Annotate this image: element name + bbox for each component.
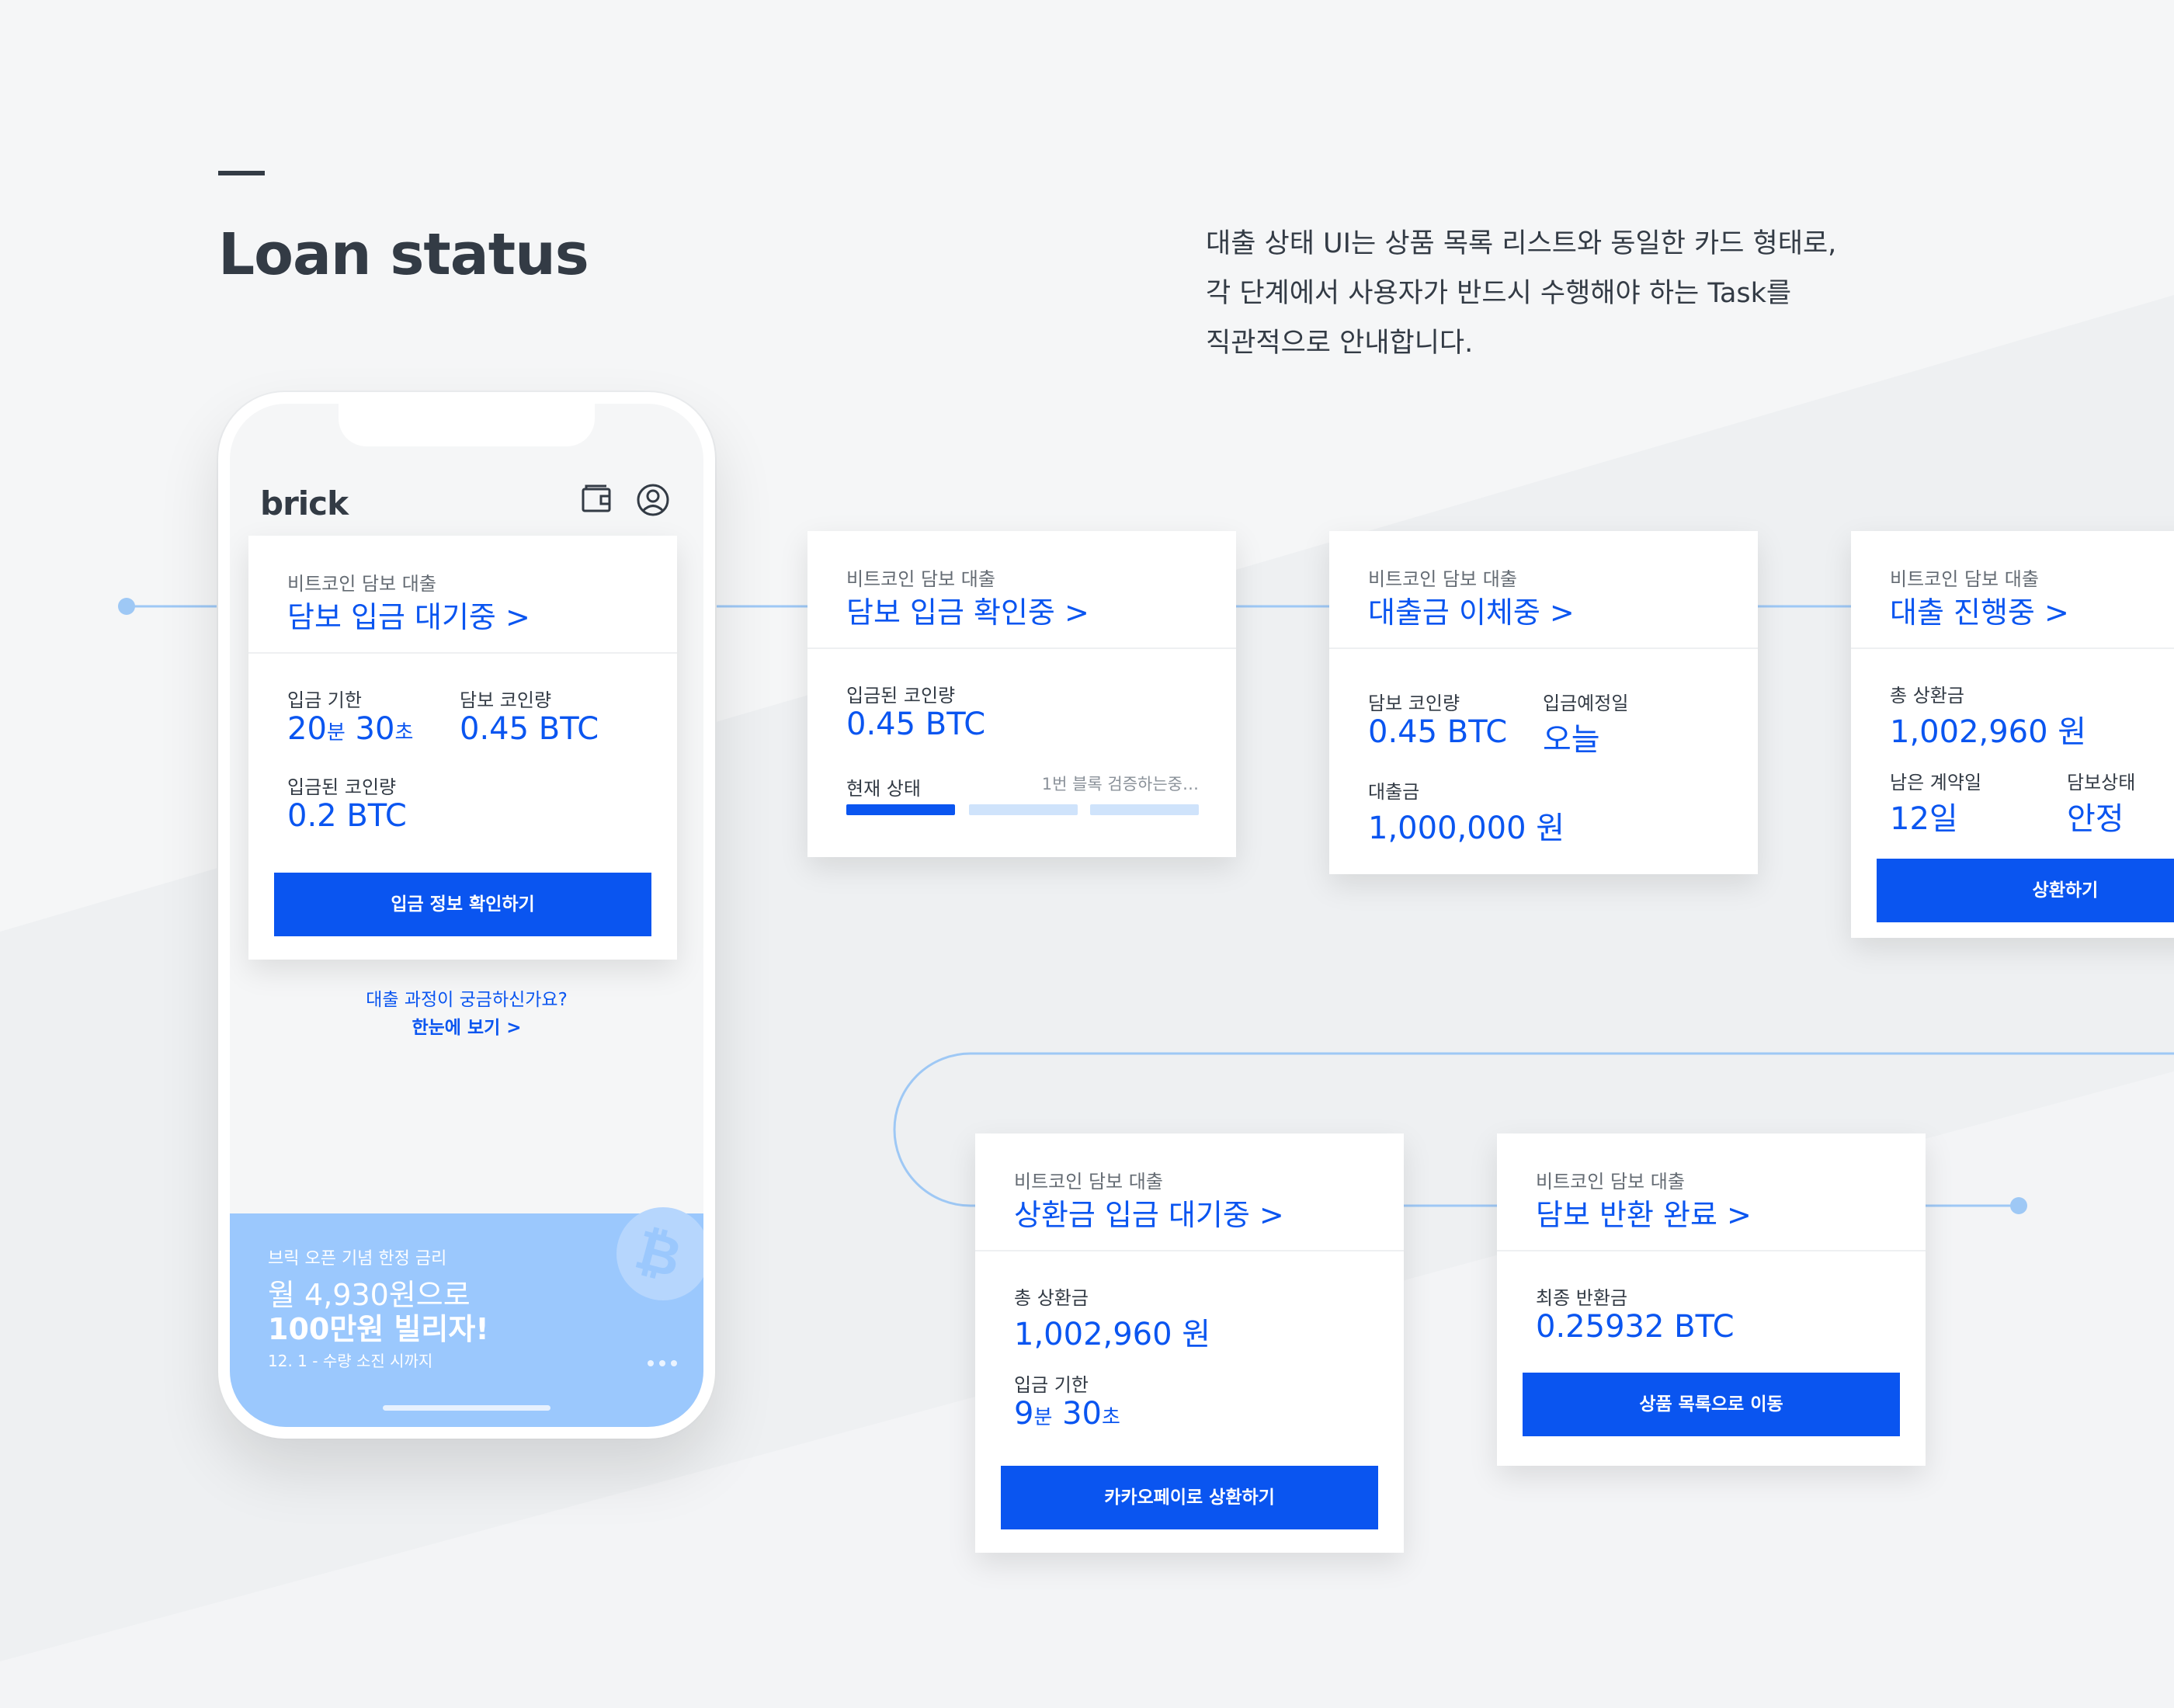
- banner-date: 12. 1 - 수량 소진 시까지: [268, 1352, 433, 1370]
- help-question: 대출 과정이 궁금하신가요?: [366, 990, 568, 1010]
- progress-text: 1번 블록 검증하는중…: [1041, 775, 1199, 793]
- card-category: 비트코인 담보 대출: [1014, 1171, 1163, 1192]
- kakaopay-repay-button[interactable]: 카카오페이로 상환하기: [1001, 1466, 1378, 1529]
- collateral-value: 0.45 BTC: [1368, 714, 1508, 750]
- card-header[interactable]: 비트코인 담보 대출 대출 진행중 >: [1851, 531, 2174, 649]
- card-status-link[interactable]: 대출 진행중 >: [1890, 588, 2069, 631]
- collateral-label: 담보 코인량: [460, 689, 552, 711]
- card-body: 입금된 코인량 0.45 BTC 현재 상태 1번 블록 검증하는중…: [807, 649, 1236, 857]
- deadline-value: 20분 30초: [287, 711, 414, 747]
- deposited-value: 0.45 BTC: [846, 706, 986, 742]
- total-repayment-label: 총 상환금: [1890, 685, 1964, 706]
- loan-status-card[interactable]: 비트코인 담보 대출 대출 진행중 > 총 상환금 1,002,960 원 남은…: [1851, 531, 2174, 938]
- deadline-label: 입금 기한: [1014, 1374, 1089, 1396]
- card-status-link[interactable]: 상환금 입금 대기중 >: [1014, 1191, 1284, 1234]
- progress-bar: [846, 804, 1200, 815]
- carousel-dots[interactable]: [648, 1355, 682, 1370]
- loan-status-card[interactable]: 비트코인 담보 대출 담보 입금 대기중 > 입금 기한 20분 30초 담보 …: [248, 536, 677, 960]
- loan-status-card[interactable]: 비트코인 담보 대출 대출금 이체중 > 담보 코인량 0.45 BTC 입금예…: [1329, 531, 1758, 874]
- phone-screen: brick 비트코인 담보 대출 담보 입금 대기중 > 입금 기한 20분 3…: [230, 404, 703, 1427]
- banner-headline-2: 100만원 빌리자!: [268, 1312, 489, 1346]
- current-status-label: 현재 상태: [846, 778, 921, 800]
- deposited-label: 입금된 코인량: [287, 776, 397, 798]
- expected-date-value: 오늘: [1543, 722, 1600, 758]
- deadline-value: 9분 30초: [1014, 1396, 1120, 1432]
- remaining-days-value: 12일: [1890, 801, 1958, 837]
- promo-banner[interactable]: ₿ 브릭 오픈 기념 한정 금리 월 4,930원으로 100만원 빌리자! 1…: [230, 1207, 703, 1427]
- deposited-label: 입금된 코인량: [846, 685, 956, 706]
- card-status-link[interactable]: 대출금 이체중 >: [1368, 588, 1575, 631]
- deadline-label: 입금 기한: [287, 689, 362, 711]
- bitcoin-icon: ₿: [616, 1207, 703, 1300]
- brick-logo: brick: [260, 484, 349, 522]
- svg-text:₿: ₿: [629, 1217, 688, 1290]
- card-category: 비트코인 담보 대출: [1890, 568, 2039, 590]
- wallet-icon: [582, 484, 611, 512]
- deposit-info-button[interactable]: 입금 정보 확인하기: [274, 873, 651, 936]
- card-status-link[interactable]: 담보 반환 완료 >: [1536, 1191, 1752, 1234]
- go-to-products-button[interactable]: 상품 목록으로 이동: [1523, 1373, 1900, 1436]
- card-body: 총 상환금 1,002,960 원 남은 계약일 12일 담보상태 안정 상환하…: [1851, 649, 2174, 938]
- profile-icon: [637, 484, 669, 516]
- card-header[interactable]: 비트코인 담보 대출 담보 입금 대기중 >: [248, 536, 677, 654]
- loan-amount-label: 대출금: [1368, 781, 1420, 803]
- card-header[interactable]: 비트코인 담보 대출 담보 입금 확인중 >: [807, 531, 1236, 649]
- progress-step: [969, 804, 1078, 815]
- loan-status-card[interactable]: 비트코인 담보 대출 상환금 입금 대기중 > 총 상환금 1,002,960 …: [975, 1133, 1404, 1553]
- collateral-label: 담보 코인량: [1368, 693, 1460, 714]
- deposited-value: 0.2 BTC: [287, 798, 407, 834]
- card-category: 비트코인 담보 대출: [1536, 1171, 1685, 1192]
- expected-date-label: 입금예정일: [1543, 693, 1629, 714]
- card-category: 비트코인 담보 대출: [846, 568, 995, 590]
- help-link[interactable]: 한눈에 보기 >: [230, 1012, 703, 1039]
- total-repayment-value: 1,002,960 원: [1014, 1317, 1211, 1352]
- phone-notch: [339, 404, 595, 446]
- card-body: 최종 반환금 0.25932 BTC 상품 목록으로 이동: [1497, 1251, 1926, 1466]
- home-indicator: [383, 1405, 550, 1411]
- repay-button[interactable]: 상환하기: [1877, 859, 2174, 922]
- final-return-label: 최종 반환금: [1536, 1287, 1628, 1309]
- card-status-link[interactable]: 담보 입금 대기중 >: [287, 593, 530, 636]
- total-repayment-label: 총 상환금: [1014, 1287, 1089, 1309]
- final-return-value: 0.25932 BTC: [1536, 1309, 1735, 1345]
- card-category: 비트코인 담보 대출: [1368, 568, 1517, 590]
- loan-status-card[interactable]: 비트코인 담보 대출 담보 입금 확인중 > 입금된 코인량 0.45 BTC …: [807, 531, 1236, 857]
- card-status-link[interactable]: 담보 입금 확인중 >: [846, 588, 1089, 631]
- card-body: 입금 기한 20분 30초 담보 코인량 0.45 BTC 입금된 코인량 0.…: [248, 654, 677, 960]
- loan-amount-value: 1,000,000 원: [1368, 811, 1565, 846]
- card-header[interactable]: 비트코인 담보 대출 담보 반환 완료 >: [1497, 1133, 1926, 1251]
- progress-step: [846, 804, 955, 815]
- card-body: 총 상환금 1,002,960 원 입금 기한 9분 30초 카카오페이로 상환…: [975, 1251, 1404, 1553]
- total-repayment-value: 1,002,960 원: [1890, 714, 2087, 750]
- header-icons: [582, 484, 669, 516]
- flow-start-dot: [118, 598, 135, 615]
- collateral-value: 0.45 BTC: [460, 711, 599, 747]
- card-header[interactable]: 비트코인 담보 대출 대출금 이체중 >: [1329, 531, 1758, 649]
- remaining-days-label: 남은 계약일: [1890, 772, 1982, 793]
- collateral-state-label: 담보상태: [2067, 772, 2136, 793]
- banner-caption: 브릭 오픈 기념 한정 금리: [268, 1249, 447, 1269]
- collateral-state-value: 안정: [2067, 801, 2124, 837]
- progress-step: [1090, 804, 1199, 815]
- loan-status-card[interactable]: 비트코인 담보 대출 담보 반환 완료 > 최종 반환금 0.25932 BTC…: [1497, 1133, 1926, 1466]
- card-header[interactable]: 비트코인 담보 대출 상환금 입금 대기중 >: [975, 1133, 1404, 1251]
- phone-mockup: brick 비트코인 담보 대출 담보 입금 대기중 > 입금 기한 20분 3…: [218, 392, 715, 1439]
- card-body: 담보 코인량 0.45 BTC 입금예정일 오늘 대출금 1,000,000 원: [1329, 649, 1758, 874]
- card-category: 비트코인 담보 대출: [287, 573, 436, 595]
- flow-end-dot: [2010, 1197, 2027, 1214]
